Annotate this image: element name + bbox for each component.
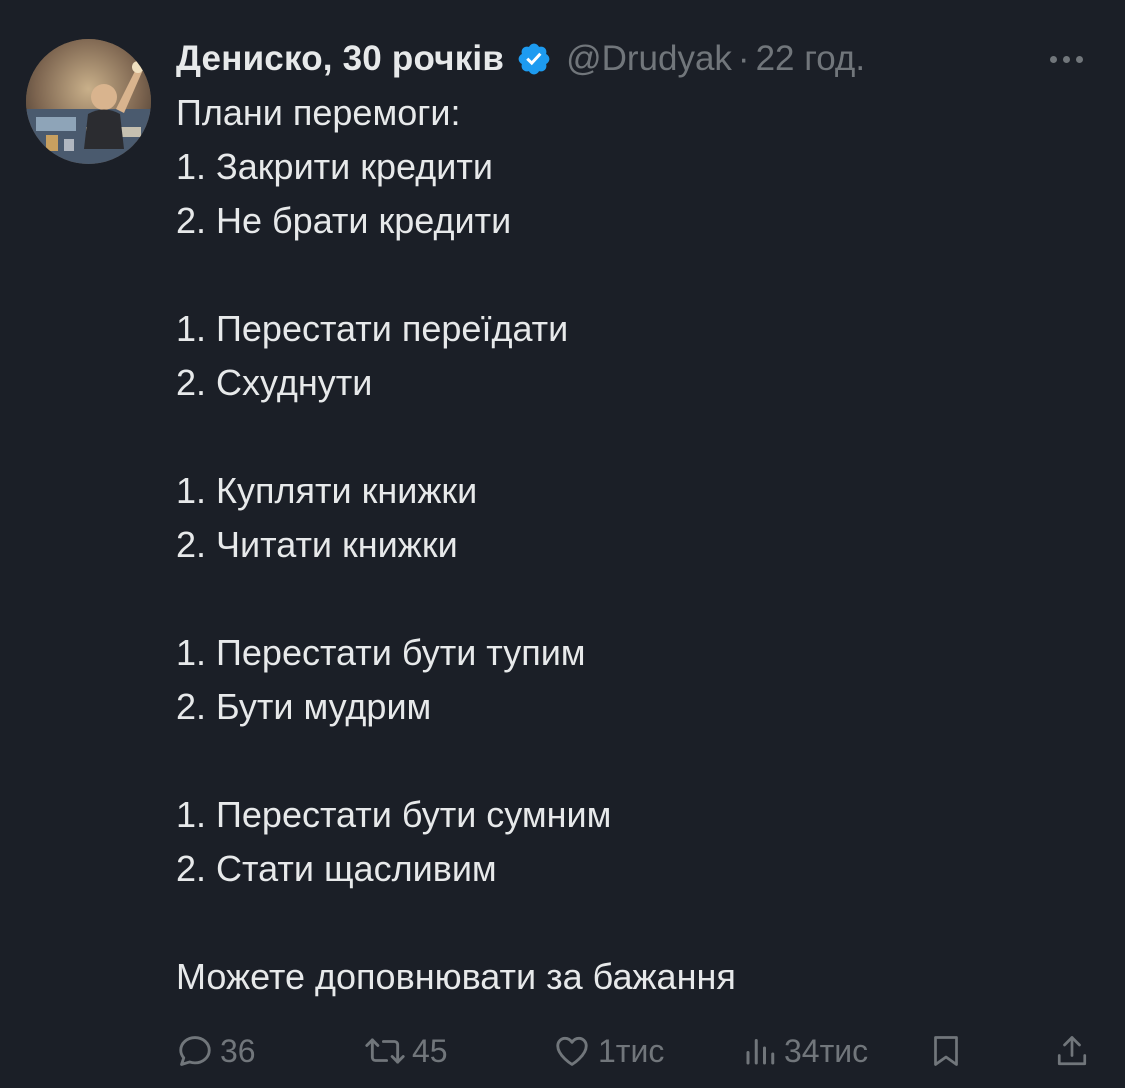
reply-count: 36 — [220, 1032, 256, 1069]
tweet-line — [176, 734, 1096, 788]
retweet-button[interactable]: 45 — [364, 1026, 448, 1076]
tweet-line: 1. Перестати бути тупим — [176, 632, 586, 673]
share-icon — [1057, 1036, 1087, 1066]
share-button[interactable] — [1054, 1026, 1096, 1076]
bookmark-button[interactable] — [928, 1026, 970, 1076]
reply-icon — [179, 1036, 211, 1066]
tweet-line: 2. Не брати кредити — [176, 200, 512, 241]
tweet-line: 2. Стати щасливим — [176, 848, 497, 889]
tweet-line: 1. Перестати переїдати — [176, 308, 569, 349]
tweet-line: 2. Читати книжки — [176, 524, 458, 565]
tweet-line: 2. Бути мудрим — [176, 686, 432, 727]
views-icon — [746, 1039, 775, 1065]
user-handle[interactable]: @Drudyak — [566, 39, 732, 79]
tweet-line: 1. Закрити кредити — [176, 146, 493, 187]
action-bar: 36 45 1тис 34тис — [176, 1026, 1096, 1076]
verified-badge-icon — [516, 41, 552, 77]
like-icon — [556, 1036, 588, 1066]
like-count: 1тис — [598, 1032, 665, 1069]
more-options-icon[interactable] — [1050, 34, 1083, 84]
tweet-line — [176, 248, 1096, 302]
tweet-line: 1. Купляти книжки — [176, 470, 478, 511]
tweet-line: Можете доповнювати за бажання — [176, 956, 736, 997]
tweet-line: 1. Перестати бути сумним — [176, 794, 612, 835]
tweet-line — [176, 572, 1096, 626]
reply-button[interactable]: 36 — [176, 1026, 256, 1076]
tweet-line: Плани перемоги: — [176, 92, 461, 133]
timestamp[interactable]: 22 год. — [756, 39, 866, 79]
tweet-text: Плани перемоги: 1. Закрити кредити 2. Не… — [176, 86, 1096, 1004]
views-button[interactable]: 34тис — [742, 1026, 868, 1076]
tweet-line: 2. Схуднути — [176, 362, 373, 403]
tweet[interactable]: Дениско, 30 рочків @Drudyak · 22 год. Пл… — [0, 0, 1125, 1088]
display-name[interactable]: Дениско, 30 рочків — [176, 39, 504, 79]
separator-dot: · — [737, 39, 750, 78]
retweet-count: 45 — [412, 1032, 448, 1069]
tweet-header: Дениско, 30 рочків @Drudyak · 22 год. — [176, 34, 1105, 84]
avatar-photo — [26, 39, 151, 164]
views-count: 34тис — [784, 1032, 869, 1069]
tweet-line — [176, 410, 1096, 464]
bookmark-icon — [934, 1036, 958, 1066]
like-button[interactable]: 1тис — [552, 1026, 664, 1076]
avatar[interactable] — [26, 39, 151, 164]
retweet-icon — [365, 1038, 405, 1064]
tweet-line — [176, 896, 1096, 950]
